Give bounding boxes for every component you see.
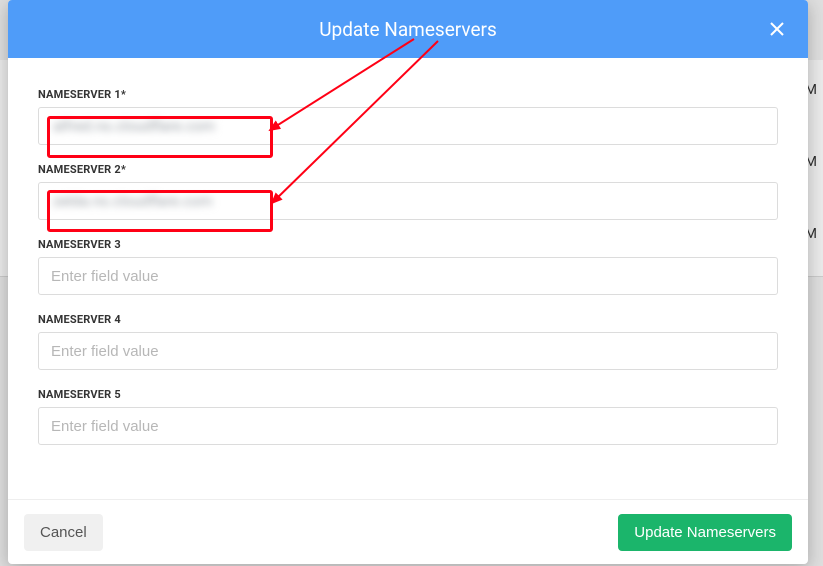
nameserver-1-label: NAMESERVER 1* [38,88,778,101]
cancel-button[interactable]: Cancel [24,514,103,551]
nameserver-4-group: NAMESERVER 4 [38,313,778,370]
nameserver-2-group: NAMESERVER 2* zelda.ns.cloudflare.com [38,163,778,220]
nameserver-3-group: NAMESERVER 3 [38,238,778,295]
nameserver-1-input[interactable]: alfred.ns.cloudflare.com [38,107,778,145]
close-icon [769,21,785,37]
update-nameservers-button[interactable]: Update Nameservers [618,514,792,551]
nameserver-1-value: alfred.ns.cloudflare.com [51,117,215,135]
modal-body: NAMESERVER 1* alfred.ns.cloudflare.com N… [8,58,808,473]
nameserver-5-label: NAMESERVER 5 [38,388,778,401]
nameserver-4-input[interactable] [38,332,778,370]
nameserver-2-value: zelda.ns.cloudflare.com [51,192,212,210]
close-button[interactable] [764,16,790,42]
nameserver-5-group: NAMESERVER 5 [38,388,778,445]
nameserver-5-input[interactable] [38,407,778,445]
update-nameservers-modal: Update Nameservers NAMESERVER 1* alfred.… [8,0,808,564]
nameserver-3-input[interactable] [38,257,778,295]
modal-header: Update Nameservers [8,0,808,58]
modal-title: Update Nameservers [319,18,497,41]
modal-footer: Cancel Update Nameservers [8,499,808,564]
nameserver-1-group: NAMESERVER 1* alfred.ns.cloudflare.com [38,88,778,145]
nameserver-2-label: NAMESERVER 2* [38,163,778,176]
nameserver-4-label: NAMESERVER 4 [38,313,778,326]
nameserver-2-input[interactable]: zelda.ns.cloudflare.com [38,182,778,220]
nameserver-3-label: NAMESERVER 3 [38,238,778,251]
